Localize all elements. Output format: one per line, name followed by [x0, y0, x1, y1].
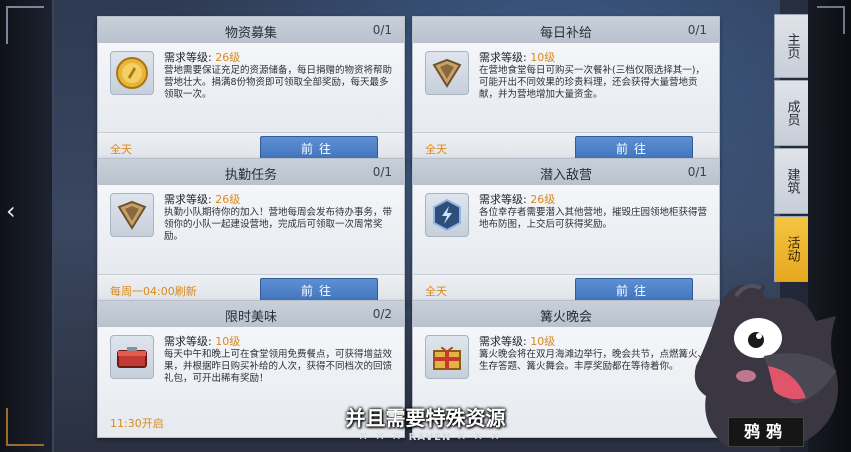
card-description: 各位幸存者需要潜入其他营地，摧毁庄园领地柜获得营地布防图，上交后可获得奖励。 [479, 207, 708, 230]
chevron-left-icon[interactable]: ‹ [6, 198, 26, 224]
requirement-label: 需求等级: [164, 193, 212, 206]
coin-icon [110, 51, 154, 95]
requirement-label: 需求等级: [479, 335, 527, 348]
card-title: 潜入敌营 [539, 168, 592, 183]
card-header: 物资募集 0/1 [98, 17, 404, 43]
availability-time: 全天 [425, 285, 447, 298]
card-title: 执勤任务 [224, 168, 277, 183]
card-progress: 0/1 [372, 23, 392, 37]
card-header: 每日补给 0/1 [413, 17, 719, 43]
tab-activities[interactable]: 活动 [774, 216, 810, 282]
activity-card-duty-task: 执勤任务 0/1 需求等级: 26级 执勤小队期待你的加入！营地每周会发布待办事… [97, 158, 405, 306]
badge-icon [110, 193, 154, 237]
card-body: 需求等级: 26级 执勤小队期待你的加入！营地每周会发布待办事务，带领你的小队一… [98, 185, 404, 274]
card-progress: 0/1 [372, 165, 392, 179]
availability-time: 全天 [110, 143, 132, 156]
card-progress: 0/1 [687, 165, 707, 179]
left-frame: ‹ [0, 0, 54, 452]
card-header: 限时美味 0/2 [98, 301, 404, 327]
card-body: 需求等级: 10级 在营地食堂每日可购买一次餐补(三档仅限选择其一)，可能开出不… [413, 43, 719, 132]
availability-time: 每周一04:00刷新 [110, 285, 197, 298]
level-requirement: 需求等级: 26级 [164, 49, 240, 65]
required-level: 10级 [530, 51, 556, 64]
level-requirement: 需求等级: 10级 [479, 333, 555, 349]
card-description: 篝火晚会将在双月海滩边举行，晚会共节，点燃篝火、生存答题、篝火舞会。丰厚奖励都在… [479, 349, 708, 372]
lightning-icon [425, 193, 469, 237]
requirement-label: 需求等级: [479, 193, 527, 206]
badge-icon [425, 51, 469, 95]
requirement-label: 需求等级: [164, 335, 212, 348]
availability-time: 全天 [425, 143, 447, 156]
watermark-brand: RAVEN [408, 432, 452, 443]
card-description: 在营地食堂每日可购买一次餐补(三档仅限选择其一)，可能开出不同效果的珍贵料理，还… [479, 65, 705, 100]
requirement-label: 需求等级: [479, 51, 527, 64]
required-level: 26级 [215, 193, 241, 206]
card-title: 限时美味 [224, 310, 277, 325]
level-requirement: 需求等级: 10级 [164, 333, 240, 349]
lunchbox-icon [110, 335, 154, 379]
watermark-right: ✕ ✕ ✕ [456, 430, 502, 443]
frame-corner [6, 6, 44, 44]
frame-corner [817, 6, 845, 34]
card-title: 物资募集 [224, 26, 277, 41]
required-level: 26级 [215, 51, 241, 64]
activity-card-infiltrate-enemy: 潜入敌营 0/1 需求等级: 26级 各位幸存者需要潜入其他营地，摧毁庄园领地柜… [412, 158, 720, 306]
gift-icon [425, 335, 469, 379]
required-level: 26级 [530, 193, 556, 206]
required-level: 10级 [530, 335, 556, 348]
card-header: 执勤任务 0/1 [98, 159, 404, 185]
card-body: 需求等级: 26级 各位幸存者需要潜入其他营地，摧毁庄园领地柜获得营地布防图，上… [413, 185, 719, 274]
card-progress: 0/2 [372, 307, 392, 321]
card-header: 潜入敌营 0/1 [413, 159, 719, 185]
video-subtitle: 并且需要特殊资源 [345, 406, 506, 430]
card-description: 营地需要保证充足的资源储备，每日捐赠的物资将帮助营地壮大。捐满8份物资即可领取全… [164, 65, 393, 100]
activity-card-supply-collection: 物资募集 0/1 需求等级: 26级 营地需要保证充足的资源储备，每日捐赠的物资… [97, 16, 405, 164]
card-title: 篝火晚会 [539, 310, 592, 325]
card-description: 每天中午和晚上可在食堂领用免费餐点，可获得增益效果，并根据昨日购买补给的人次，获… [164, 349, 393, 384]
card-description: 执勤小队期待你的加入！营地每周会发布待办事务，带领你的小队一起建设营地，完成后可… [164, 207, 393, 242]
level-requirement: 需求等级: 26级 [164, 191, 240, 207]
requirement-label: 需求等级: [164, 51, 212, 64]
level-requirement: 需求等级: 10级 [479, 49, 555, 65]
card-header: 篝火晚会 [413, 301, 719, 327]
tab-members[interactable]: 成员 [774, 80, 810, 146]
tab-buildings[interactable]: 建筑 [774, 148, 810, 214]
required-level: 10级 [215, 335, 241, 348]
tab-home[interactable]: 主页 [774, 14, 810, 78]
card-progress: 0/1 [687, 23, 707, 37]
activity-card-daily-supply: 每日补给 0/1 需求等级: 10级 在营地食堂每日可购买一次餐补(三档仅限选择… [412, 16, 720, 164]
card-title: 每日补给 [539, 26, 592, 41]
level-requirement: 需求等级: 26级 [479, 191, 555, 207]
watermark-left: ✕ ✕ ✕ [358, 430, 404, 443]
card-body: 需求等级: 26级 营地需要保证充足的资源储备，每日捐赠的物资将帮助营地壮大。捐… [98, 43, 404, 132]
raven-watermark: ✕ ✕ ✕ RAVEN ✕ ✕ ✕ [335, 430, 525, 446]
